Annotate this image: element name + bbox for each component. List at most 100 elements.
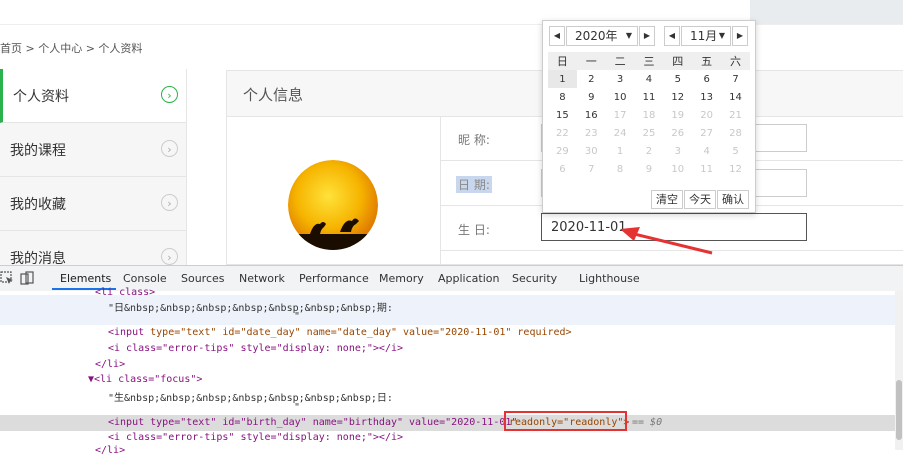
calendar-week-row: 8 9 10 11 12 13 14 [548,88,750,106]
calendar-day-disabled: 24 [613,127,627,139]
calendar-day-disabled: 3 [674,145,681,157]
panel-title: 个人信息 [243,86,304,104]
calendar-day[interactable]: 3 [606,70,635,88]
today-button[interactable]: 今天 [684,190,716,209]
sidebar-item-profile[interactable]: 个人资料 › [0,69,186,123]
calendar-day-disabled: 5 [732,145,739,157]
calendar-day-disabled: 26 [671,127,685,139]
prev-year-button[interactable]: ◀ [549,26,565,46]
calendar-day[interactable]: 4 [635,70,664,88]
calendar-week-row: 22 23 24 25 26 27 28 [548,124,750,142]
tab-lighthouse[interactable]: Lighthouse [579,272,640,285]
weekday-label: 三 [634,52,664,70]
calendar-day[interactable]: 1 [548,70,577,88]
year-select[interactable]: 2020年 ▼ [566,26,638,46]
calendar-day-disabled: 27 [700,127,713,139]
calendar-day-disabled: 10 [671,163,685,175]
sidebar-item-courses[interactable]: 我的课程 › [0,123,186,177]
weekday-label: 一 [576,52,606,70]
month-select[interactable]: 11月 ▼ [681,26,731,46]
calendar-day-disabled: 21 [729,109,742,121]
dom-text-node: " [294,402,301,413]
calendar-day[interactable]: 12 [663,88,692,106]
clear-button[interactable]: 清空 [651,190,683,209]
next-month-button[interactable]: ▶ [732,26,748,46]
dom-line[interactable]: <i class="error-tips" style="display: no… [108,432,403,443]
calendar-day-disabled: 25 [642,127,656,139]
tab-security[interactable]: Security [512,272,557,285]
dom-text-node: " [294,311,301,322]
calendar-day[interactable]: 10 [606,88,635,106]
tab-elements[interactable]: Elements [60,272,111,285]
calendar-day[interactable]: 7 [721,70,750,88]
calendar-day-disabled: 1 [616,145,624,157]
form-divider [440,116,441,266]
chevron-right-icon: › [161,140,178,157]
top-bar-right-block [750,0,903,24]
dom-tag: <input [108,327,145,338]
dom-line[interactable]: <i class="error-tips" style="display: no… [108,343,403,354]
chevron-right-icon: › [161,248,178,265]
annotation-highlight-box [504,411,627,431]
calendar-day-disabled: 8 [616,163,624,175]
next-year-button[interactable]: ▶ [639,26,655,46]
calendar-week-row: 29 30 1 2 3 4 5 [548,142,750,160]
calendar-day[interactable]: 8 [548,88,577,106]
tab-application[interactable]: Application [438,272,499,285]
dom-text-node[interactable]: "生&nbsp;&nbsp;&nbsp;&nbsp;&nbsp;&nbsp;&n… [108,389,393,404]
breadcrumb[interactable]: 首页 > 个人中心 > 个人资料 [0,40,142,56]
dom-text-node[interactable]: "日&nbsp;&nbsp;&nbsp;&nbsp;&nbsp;&nbsp;&n… [108,299,393,314]
calendar-day[interactable]: 6 [692,70,721,88]
month-select-value: 11月 [690,29,718,43]
calendar-day[interactable]: 15 [548,106,577,124]
confirm-button[interactable]: 确认 [717,190,749,209]
birthday-label: 生 日: [458,223,490,237]
tab-console[interactable]: Console [123,272,167,285]
chevron-right-icon: › [161,86,178,103]
avatar[interactable] [288,160,378,250]
calendar-day-disabled: 19 [671,109,685,121]
calendar-day-disabled: 9 [645,163,653,175]
tab-performance[interactable]: Performance [299,272,369,285]
devtools-scrollbar-thumb[interactable] [896,380,902,440]
dom-line[interactable]: <input type="text" id="date_day" name="d… [108,327,572,338]
calendar-week-row: 6 7 8 9 10 11 12 [548,160,750,178]
date-label: 日 期: [456,176,492,193]
sidebar-item-label: 我的收藏 [10,197,66,213]
dom-line[interactable]: ▼<li class="focus"> [88,374,202,385]
prev-month-button[interactable]: ◀ [664,26,680,46]
calendar-day[interactable]: 11 [635,88,664,106]
sidebar-item-favorites[interactable]: 我的收藏 › [0,177,186,231]
dom-line-selected[interactable]: <input type="text" id="birth_day" name="… [108,417,517,428]
calendar-day[interactable]: 9 [577,88,606,106]
tab-memory[interactable]: Memory [379,272,424,285]
nickname-label: 昵 称: [458,133,490,147]
tab-network[interactable]: Network [239,272,285,285]
dom-line[interactable]: <li class> [95,287,155,298]
sidebar: 个人资料 › 我的课程 › 我的收藏 › 我的消息 › [0,69,187,266]
calendar-grid: 日 一 二 三 四 五 六 1 2 3 4 5 6 7 8 9 10 11 12… [548,52,750,178]
chevron-down-icon: ▼ [625,31,632,40]
sidebar-item-label: 个人资料 [13,89,69,105]
calendar-day-disabled: 23 [584,127,598,139]
calendar-day-disabled: 22 [556,127,569,139]
calendar-day[interactable]: 14 [721,88,750,106]
calendar-day[interactable]: 5 [663,70,692,88]
tab-sources[interactable]: Sources [181,272,225,285]
weekday-label: 四 [663,52,693,70]
calendar-day-disabled: 4 [703,145,710,157]
calendar-day[interactable]: 2 [577,70,606,88]
chevron-right-icon: › [161,194,178,211]
calendar-day[interactable]: 16 [577,106,606,124]
year-select-value: 2020年 [575,29,618,43]
device-toolbar-icon[interactable] [20,271,34,285]
inspect-element-icon[interactable] [0,271,14,285]
calendar-day-disabled: 6 [559,163,566,175]
avatar-sunset-image [288,160,378,250]
calendar-day-disabled: 18 [642,109,656,121]
calendar-day[interactable]: 13 [692,88,721,106]
calendar-day-disabled: 7 [588,163,595,175]
sidebar-item-messages[interactable]: 我的消息 › [0,231,186,266]
dom-line[interactable]: </li> [95,359,125,370]
dom-line[interactable]: </li> [95,445,125,456]
